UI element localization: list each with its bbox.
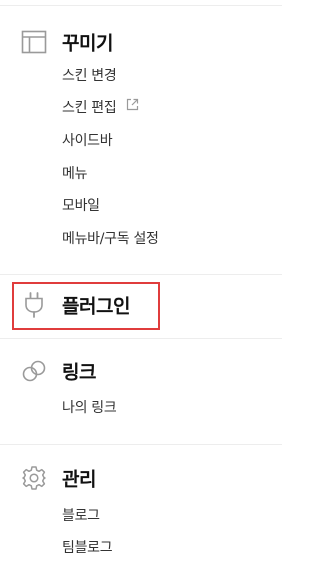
menu-item-label: 나의 링크: [62, 400, 117, 416]
gear-icon: [20, 464, 48, 492]
menu-item-mobile[interactable]: 모바일: [62, 195, 100, 217]
section-divider: [0, 444, 282, 445]
menu-item-change-skin[interactable]: 스킨 변경: [62, 65, 117, 87]
section-header-customize[interactable]: 꾸미기: [0, 24, 282, 60]
section-title-plugin: 플러그인: [62, 295, 130, 318]
section-header-plugin[interactable]: 플러그인: [0, 287, 282, 323]
menu-item-edit-skin[interactable]: 스킨 편집: [62, 97, 139, 119]
menu-item-label: 메뉴바/구독 설정: [62, 231, 159, 247]
menu-item-my-links[interactable]: 나의 링크: [62, 397, 117, 419]
menu-item-menu[interactable]: 메뉴: [62, 163, 87, 185]
section-header-link[interactable]: 링크: [0, 353, 282, 389]
link-icon: [20, 357, 48, 385]
section-header-manage[interactable]: 관리: [0, 460, 282, 496]
menu-item-label: 팀블로그: [62, 540, 113, 556]
menu-item-sidebar[interactable]: 사이드바: [62, 130, 113, 152]
section-divider: [0, 338, 282, 339]
section-title-link: 링크: [62, 361, 96, 384]
menu-item-blog[interactable]: 블로그: [62, 505, 100, 527]
menu-item-team-blog[interactable]: 팀블로그: [62, 537, 113, 559]
layout-icon: [20, 28, 48, 56]
menu-item-label: 블로그: [62, 508, 100, 524]
section-title-customize: 꾸미기: [62, 32, 113, 55]
menu-item-label: 모바일: [62, 198, 100, 214]
section-divider: [0, 274, 282, 275]
menu-item-menubar-subscribe[interactable]: 메뉴바/구독 설정: [62, 228, 159, 250]
plug-icon: [20, 291, 48, 319]
menu-item-label: 메뉴: [62, 166, 88, 182]
section-title-manage: 관리: [62, 468, 96, 491]
external-link-icon: [126, 96, 139, 118]
menu-item-label: 사이드바: [62, 133, 113, 149]
top-divider: [0, 5, 282, 6]
menu-item-label: 스킨 편집: [62, 100, 117, 116]
menu-item-label: 스킨 변경: [62, 68, 117, 84]
